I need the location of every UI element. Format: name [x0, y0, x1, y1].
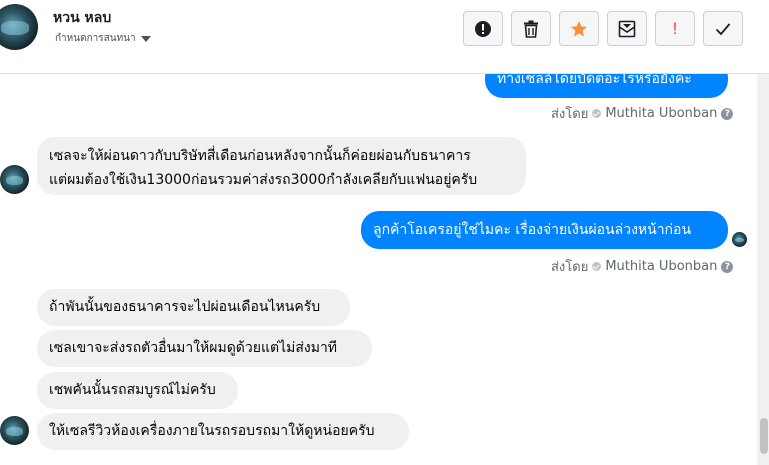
message-line: แต่ผมต้องใช้เงิน13000ก่อนรวมค่าส่งรถ3000… [49, 172, 478, 188]
star-button[interactable] [559, 11, 599, 46]
important-button[interactable]: ! [655, 11, 695, 46]
incoming-message[interactable]: เซลจะให้ผ่อนดาวกับบริษัทสี่เดือนก่อนหลัง… [37, 137, 526, 195]
incoming-message[interactable]: ถ้าพันนั้นของธนาคารจะไปผ่อนเดือนไหนครับ [37, 289, 350, 326]
sent-by-author[interactable]: Muthita Ubonban [605, 106, 717, 121]
verified-icon [592, 262, 602, 271]
sent-by-line: ส่งโดย Muthita Ubonban ? [551, 103, 734, 124]
contact-avatar[interactable] [0, 4, 38, 50]
archive-button[interactable] [607, 11, 647, 46]
help-icon[interactable]: ? [721, 107, 734, 120]
important-icon: ! [672, 18, 678, 38]
scrollbar-thumb[interactable] [760, 418, 768, 454]
sent-by-label: ส่งโดย [551, 260, 589, 275]
mark-done-button[interactable] [703, 11, 743, 46]
incoming-message[interactable]: เซลเขาจะส่งรถตัวอื่นมาให้ผมดูด้วยแต่ไม่ส… [37, 330, 372, 367]
outgoing-message[interactable]: ทางเซลล์โดยบัดตอะไรหรือยังคะ [485, 74, 728, 98]
checkmark-icon [715, 22, 731, 35]
message-line: เซลจะให้ผ่อนดาวกับบริษัทสี่เดือนก่อนหลัง… [49, 148, 471, 164]
caret-down-icon [140, 35, 151, 42]
alert-icon [475, 20, 491, 37]
alert-button[interactable] [463, 11, 503, 46]
incoming-message[interactable]: เชพคันนั้นรถสมบูรณ์ไม่ครับ [37, 372, 238, 409]
conversation-settings-dropdown[interactable]: กำหนดการสนทนา [55, 31, 151, 46]
header-actions: ! [463, 11, 743, 46]
sent-by-label: ส่งโดย [551, 107, 589, 122]
star-icon [571, 20, 587, 36]
scrollbar-track[interactable] [757, 74, 769, 465]
conversation-settings-label: กำหนดการสนทนา [55, 33, 136, 44]
message-thread[interactable]: ทางเซลล์โดยบัดตอะไรหรือยังคะ ส่งโดย Muth… [0, 74, 757, 465]
delete-button[interactable] [511, 11, 551, 46]
sender-avatar[interactable] [0, 416, 29, 445]
outgoing-message[interactable]: ลูกค้าโอเครอยู่ใช่ไมคะ เรื่องจ่ายเงินผ่อ… [361, 211, 728, 249]
seen-avatar [732, 232, 747, 247]
incoming-message[interactable]: ให้เซลรีวิวห้องเครื่องภายในรถรอบรถมาให้ด… [37, 413, 409, 450]
conversation-header: หวน หลบ กำหนดการสนทนา ! [0, 0, 769, 74]
help-icon[interactable]: ? [721, 260, 734, 273]
sender-avatar[interactable] [0, 165, 29, 194]
sent-by-line: ส่งโดย Muthita Ubonban ? [551, 256, 734, 277]
archive-mail-icon [618, 20, 636, 37]
sent-by-author[interactable]: Muthita Ubonban [605, 259, 717, 274]
verified-icon [592, 109, 602, 118]
contact-name[interactable]: หวน หลบ [53, 7, 111, 29]
trash-icon [524, 20, 538, 38]
